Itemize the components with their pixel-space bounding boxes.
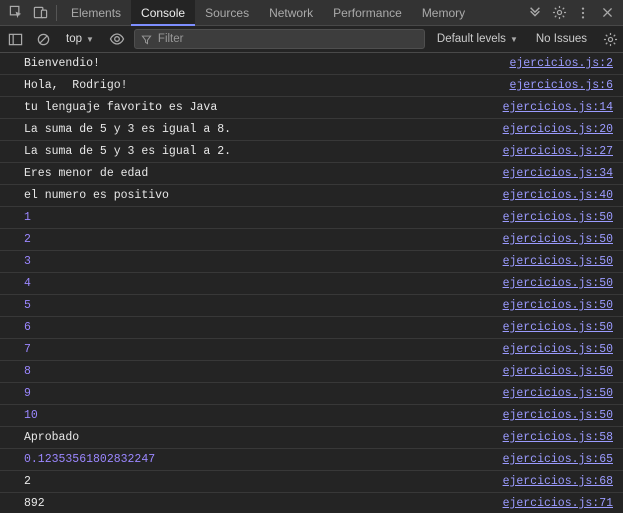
- console-message: 892: [24, 496, 45, 511]
- context-selector[interactable]: top ▼: [60, 33, 100, 45]
- console-message: 2: [24, 474, 31, 489]
- source-link[interactable]: ejercicios.js:6: [509, 78, 613, 93]
- source-link[interactable]: ejercicios.js:2: [509, 56, 613, 71]
- source-link[interactable]: ejercicios.js:20: [503, 122, 613, 137]
- clear-console-icon[interactable]: [32, 28, 54, 50]
- console-message: 8: [24, 364, 31, 379]
- tab-memory[interactable]: Memory: [412, 0, 475, 26]
- chevron-down-icon: ▼: [510, 35, 518, 44]
- console-row: La suma de 5 y 3 es igual a 2. ejercicios…: [0, 141, 623, 163]
- source-link[interactable]: ejercicios.js:71: [503, 496, 613, 511]
- console-row: 3 ejercicios.js:50: [0, 251, 623, 273]
- console-row: 2 ejercicios.js:68: [0, 471, 623, 493]
- filter-input[interactable]: [158, 33, 418, 45]
- tab-elements[interactable]: Elements: [61, 0, 131, 26]
- console-row: 892 ejercicios.js:71: [0, 493, 623, 513]
- source-link[interactable]: ejercicios.js:50: [503, 342, 613, 357]
- console-row: 1 ejercicios.js:50: [0, 207, 623, 229]
- console-message: 4: [24, 276, 31, 291]
- console-message: 3: [24, 254, 31, 269]
- source-link[interactable]: ejercicios.js:68: [503, 474, 613, 489]
- console-message: Hola, Rodrigo!: [24, 78, 128, 93]
- issues-indicator[interactable]: No Issues: [530, 33, 593, 45]
- sidebar-toggle-icon[interactable]: [4, 28, 26, 50]
- context-label: top: [66, 33, 82, 45]
- console-message: 2: [24, 232, 31, 247]
- issues-label: No Issues: [536, 33, 587, 45]
- console-message: La suma de 5 y 3 es igual a 8.: [24, 122, 231, 137]
- console-message: el numero es positivo: [24, 188, 169, 203]
- console-message: 7: [24, 342, 31, 357]
- console-message: 0.12353561802832247: [24, 452, 155, 467]
- console-row: Aprobado ejercicios.js:58: [0, 427, 623, 449]
- console-message: tu lenguaje favorito es Java: [24, 100, 217, 115]
- console-row: Bienvendio! ejercicios.js:2: [0, 53, 623, 75]
- source-link[interactable]: ejercicios.js:50: [503, 364, 613, 379]
- inspect-element-icon[interactable]: [4, 1, 28, 25]
- source-link[interactable]: ejercicios.js:50: [503, 298, 613, 313]
- console-message: 10: [24, 408, 38, 423]
- source-link[interactable]: ejercicios.js:50: [503, 254, 613, 269]
- panel-tabs: ElementsConsoleSourcesNetworkPerformance…: [61, 0, 523, 26]
- live-expression-eye-icon[interactable]: [106, 28, 128, 50]
- console-message: La suma de 5 y 3 es igual a 2.: [24, 144, 231, 159]
- source-link[interactable]: ejercicios.js:14: [503, 100, 613, 115]
- console-message: 1: [24, 210, 31, 225]
- source-link[interactable]: ejercicios.js:27: [503, 144, 613, 159]
- console-row: el numero es positivo ejercicios.js:40: [0, 185, 623, 207]
- source-link[interactable]: ejercicios.js:50: [503, 386, 613, 401]
- console-message: Bienvendio!: [24, 56, 100, 71]
- source-link[interactable]: ejercicios.js:40: [503, 188, 613, 203]
- console-output[interactable]: Bienvendio! ejercicios.js:2 Hola, Rodrigo!…: [0, 53, 623, 513]
- tab-network[interactable]: Network: [259, 0, 323, 26]
- kebab-menu-icon[interactable]: [571, 1, 595, 25]
- source-link[interactable]: ejercicios.js:50: [503, 408, 613, 423]
- filter-field[interactable]: [134, 29, 425, 49]
- chevron-down-icon: ▼: [86, 35, 94, 44]
- console-row: 9 ejercicios.js:50: [0, 383, 623, 405]
- settings-gear-icon[interactable]: [547, 1, 571, 25]
- console-message: Eres menor de edad: [24, 166, 148, 181]
- console-row: Hola, Rodrigo! ejercicios.js:6: [0, 75, 623, 97]
- divider: [56, 5, 57, 21]
- log-levels-selector[interactable]: Default levels ▼: [431, 33, 524, 45]
- source-link[interactable]: ejercicios.js:58: [503, 430, 613, 445]
- more-tabs-icon[interactable]: [523, 1, 547, 25]
- console-row: 7 ejercicios.js:50: [0, 339, 623, 361]
- console-toolbar: top ▼ Default levels ▼ No Issues: [0, 26, 623, 53]
- device-toolbar-icon[interactable]: [28, 1, 52, 25]
- console-settings-gear-icon[interactable]: [599, 28, 621, 50]
- console-row: tu lenguaje favorito es Java ejercicios.j…: [0, 97, 623, 119]
- filter-icon: [141, 34, 152, 45]
- source-link[interactable]: ejercicios.js:50: [503, 210, 613, 225]
- console-row: La suma de 5 y 3 es igual a 8. ejercicios…: [0, 119, 623, 141]
- devtools-tab-bar: ElementsConsoleSourcesNetworkPerformance…: [0, 0, 623, 26]
- source-link[interactable]: ejercicios.js:65: [503, 452, 613, 467]
- tab-sources[interactable]: Sources: [195, 0, 259, 26]
- console-row: Eres menor de edad ejercicios.js:34: [0, 163, 623, 185]
- console-message: 5: [24, 298, 31, 313]
- console-message: 6: [24, 320, 31, 335]
- console-row: 8 ejercicios.js:50: [0, 361, 623, 383]
- console-row: 4 ejercicios.js:50: [0, 273, 623, 295]
- source-link[interactable]: ejercicios.js:34: [503, 166, 613, 181]
- source-link[interactable]: ejercicios.js:50: [503, 232, 613, 247]
- close-icon[interactable]: [595, 1, 619, 25]
- tab-console[interactable]: Console: [131, 0, 195, 26]
- console-message: Aprobado: [24, 430, 79, 445]
- levels-label: Default levels: [437, 33, 506, 45]
- console-row: 2 ejercicios.js:50: [0, 229, 623, 251]
- source-link[interactable]: ejercicios.js:50: [503, 276, 613, 291]
- console-row: 0.12353561802832247 ejercicios.js:65: [0, 449, 623, 471]
- console-row: 10 ejercicios.js:50: [0, 405, 623, 427]
- console-row: 5 ejercicios.js:50: [0, 295, 623, 317]
- tab-performance[interactable]: Performance: [323, 0, 412, 26]
- console-message: 9: [24, 386, 31, 401]
- console-row: 6 ejercicios.js:50: [0, 317, 623, 339]
- source-link[interactable]: ejercicios.js:50: [503, 320, 613, 335]
